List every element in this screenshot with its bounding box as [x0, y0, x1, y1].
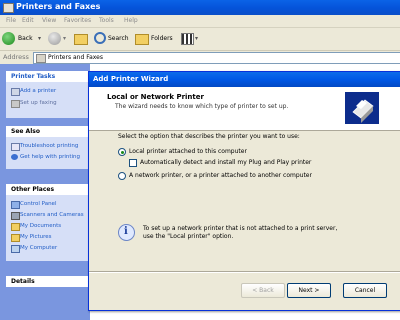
address-field[interactable]: Printers and Faxes: [33, 52, 400, 64]
autodetect-checkbox[interactable]: [129, 159, 137, 167]
address-value: Printers and Faxes: [48, 54, 103, 61]
info-icon: i: [118, 224, 135, 241]
wizard-title-bar[interactable]: Add Printer Wizard: [89, 72, 400, 87]
help-icon: [11, 154, 18, 160]
network-printer-radio[interactable]: [118, 172, 126, 180]
views-dropdown-icon[interactable]: ▾: [195, 35, 198, 42]
back-dropdown-icon[interactable]: ▾: [38, 35, 41, 42]
see-also-header[interactable]: See Also: [6, 126, 90, 137]
fax-icon: [11, 100, 20, 108]
views-icon: [181, 33, 194, 45]
camera-icon: [11, 212, 20, 220]
control-panel-icon: [11, 201, 20, 209]
menu-file[interactable]: File: [6, 17, 16, 24]
up-folder-icon: [74, 34, 88, 45]
window-title-bar: Printers and Faxes: [0, 0, 400, 15]
menu-help[interactable]: Help: [124, 17, 138, 24]
printer-tasks-panel: Add a printer Set up faxing: [6, 82, 90, 118]
printer-tasks-header[interactable]: Printer Tasks: [6, 71, 90, 82]
search-button[interactable]: Search: [94, 31, 132, 47]
wizard-separator: [89, 271, 400, 273]
details-header[interactable]: Details: [6, 276, 90, 287]
info-text-line2: use the "Local printer" option.: [143, 233, 234, 240]
toolbar: Back ▾ ▾ Search Folders ▾: [0, 28, 400, 51]
other-places-panel: Control Panel Scanners and Cameras My Do…: [6, 195, 90, 261]
printer-folder-icon: [3, 3, 14, 13]
back-arrow-icon: [2, 32, 15, 45]
back-button[interactable]: < Back: [241, 283, 285, 298]
info-text-line1: To set up a network printer that is not …: [143, 225, 338, 232]
up-folder-button[interactable]: [74, 31, 88, 47]
help-book-icon: [11, 143, 20, 151]
add-printer-wizard-dialog: Add Printer Wizard Local or Network Prin…: [88, 71, 400, 311]
autodetect-label[interactable]: Automatically detect and install my Plug…: [140, 159, 311, 166]
folders-icon: [135, 34, 149, 45]
menu-bar: File Edit View Favorites Tools Help: [0, 15, 400, 28]
address-bar: Address Printers and Faxes: [0, 51, 400, 65]
window-title: Printers and Faxes: [16, 2, 101, 11]
address-label: Address: [3, 53, 29, 61]
local-printer-radio[interactable]: [118, 148, 126, 156]
forward-button[interactable]: ▾: [48, 31, 70, 47]
views-button[interactable]: ▾: [181, 31, 201, 47]
next-button[interactable]: Next >: [287, 283, 331, 298]
forward-dropdown-icon[interactable]: ▾: [63, 35, 66, 42]
menu-edit[interactable]: Edit: [22, 17, 34, 24]
menu-view[interactable]: View: [42, 17, 56, 24]
computer-icon: [11, 245, 20, 253]
menu-favorites[interactable]: Favorites: [64, 17, 91, 24]
wizard-title: Add Printer Wizard: [93, 75, 169, 83]
wizard-prompt: Select the option that describes the pri…: [118, 133, 300, 140]
network-printer-label[interactable]: A network printer, or a printer attached…: [129, 172, 312, 179]
radio-selected-dot: [120, 150, 124, 154]
cancel-button[interactable]: Cancel: [343, 283, 387, 298]
task-pane: Printer Tasks Add a printer Set up faxin…: [0, 64, 90, 320]
printer-folder-icon: [36, 54, 46, 63]
printer-wizard-icon: [345, 92, 379, 124]
other-places-header[interactable]: Other Places: [6, 184, 90, 195]
wizard-header: Local or Network Printer The wizard need…: [89, 87, 400, 131]
wizard-heading: Local or Network Printer: [107, 93, 204, 101]
see-also-panel: Troubleshoot printing Get help with prin…: [6, 137, 90, 169]
documents-folder-icon: [11, 223, 20, 231]
forward-arrow-icon: [48, 32, 61, 45]
add-printer-icon: [11, 88, 20, 96]
local-printer-label[interactable]: Local printer attached to this computer: [129, 148, 247, 155]
pictures-folder-icon: [11, 234, 20, 242]
wizard-subheading: The wizard needs to know which type of p…: [115, 103, 289, 110]
back-button[interactable]: Back ▾: [2, 31, 46, 47]
folders-button[interactable]: Folders: [135, 31, 175, 47]
menu-tools[interactable]: Tools: [99, 17, 114, 24]
search-icon: [94, 32, 106, 44]
